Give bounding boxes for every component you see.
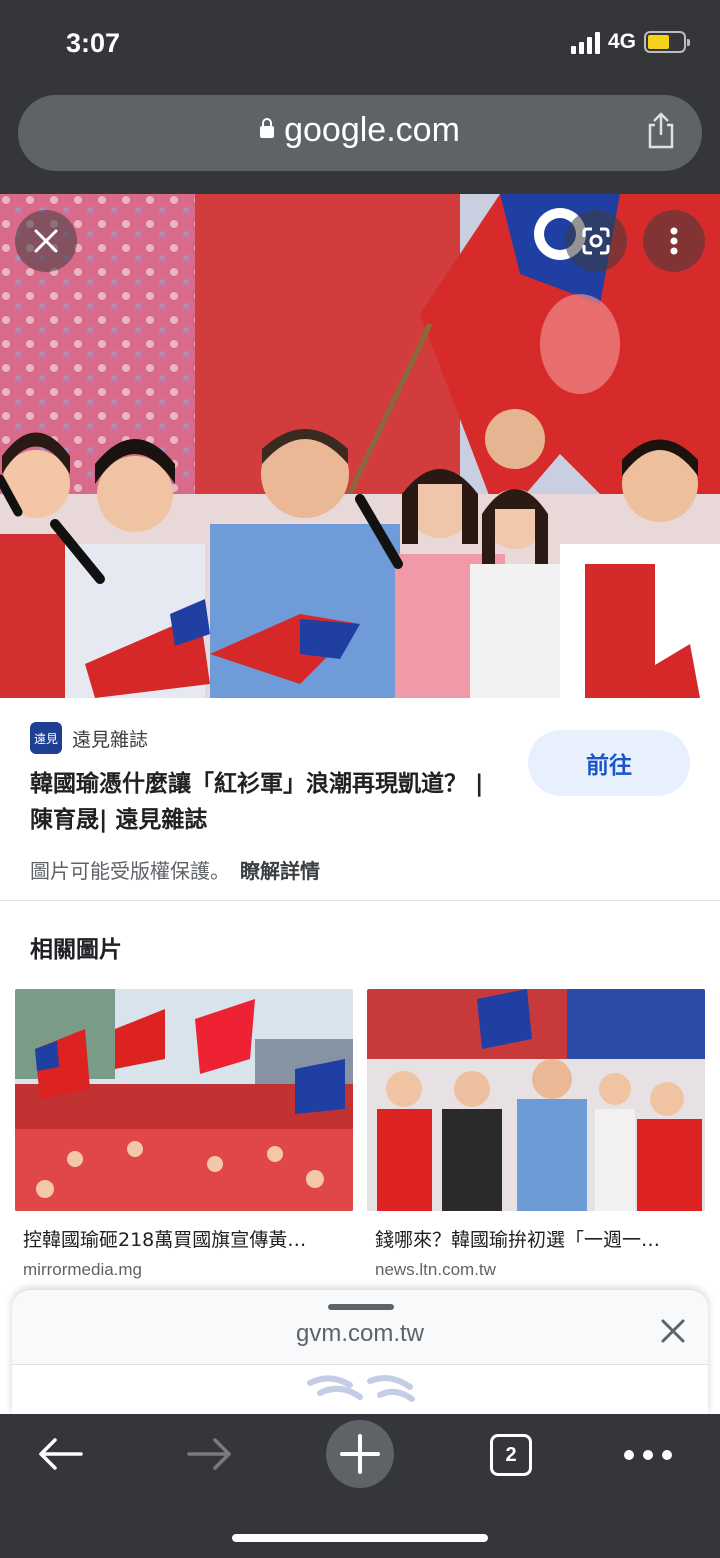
back-button[interactable] bbox=[30, 1432, 90, 1476]
rally-stage-photo bbox=[367, 989, 705, 1211]
forward-button[interactable] bbox=[180, 1432, 240, 1476]
tab-switcher-icon: 2 bbox=[490, 1434, 532, 1476]
related-image-title[interactable]: 錢哪來？韓國瑜拚初選「一週一… bbox=[367, 1225, 685, 1252]
related-image-card[interactable]: 控韓國瑜砸218萬買國旗宣傳黃… mirrormedia.mg bbox=[15, 989, 353, 1280]
related-image-card[interactable]: 錢哪來？韓國瑜拚初選「一週一… news.ltn.com.tw bbox=[367, 989, 705, 1280]
address-bar[interactable]: google.com bbox=[18, 95, 702, 171]
close-icon bbox=[34, 229, 58, 253]
lock-icon bbox=[260, 118, 275, 138]
source-name: 遠見雜誌 bbox=[72, 728, 149, 751]
related-image-title[interactable]: 控韓國瑜砸218萬買國旗宣傳黃… bbox=[15, 1225, 333, 1252]
plus-icon bbox=[340, 1434, 380, 1474]
sheet-preview-content bbox=[12, 1364, 708, 1414]
close-icon[interactable] bbox=[660, 1318, 686, 1344]
menu-button[interactable] bbox=[618, 1438, 678, 1472]
source-logo: 遠見 bbox=[30, 722, 62, 754]
related-image-thumbnail[interactable] bbox=[367, 989, 705, 1211]
signal-icon bbox=[570, 30, 600, 54]
forward-arrow-icon bbox=[187, 1438, 231, 1470]
battery-icon bbox=[644, 31, 690, 53]
more-horiz-icon bbox=[624, 1450, 672, 1460]
tab-switcher-button[interactable]: 2 bbox=[486, 1432, 536, 1478]
sheet-drag-handle[interactable] bbox=[328, 1304, 394, 1310]
status-time: 3:07 bbox=[66, 28, 121, 58]
more-vert-icon bbox=[670, 227, 678, 255]
share-icon[interactable] bbox=[646, 111, 676, 149]
home-indicator[interactable] bbox=[232, 1534, 488, 1542]
related-image-domain: news.ltn.com.tw bbox=[375, 1260, 496, 1279]
new-tab-button[interactable] bbox=[326, 1420, 394, 1488]
site-logo-watermark bbox=[307, 1375, 415, 1402]
result-title[interactable]: 韓國瑜憑什麼讓「紅衫軍」浪潮再現凱道？ | 陳育晟| 遠見雜誌 bbox=[30, 766, 500, 838]
url-display[interactable]: google.com bbox=[18, 111, 702, 150]
browser-top-chrome: 3:07 4G google.com bbox=[0, 0, 720, 194]
rally-photo bbox=[0, 194, 720, 698]
more-options-button[interactable] bbox=[643, 210, 705, 272]
copyright-notice-row: 圖片可能受版權保護。 瞭解詳情 bbox=[30, 855, 320, 884]
related-images-heading: 相關圖片 bbox=[30, 937, 122, 963]
visit-button[interactable]: 前往 bbox=[528, 730, 690, 796]
crowd-photo bbox=[15, 989, 353, 1211]
copyright-notice: 圖片可能受版權保護。 bbox=[30, 859, 230, 883]
close-viewer-button[interactable] bbox=[15, 210, 77, 272]
sheet-url: gvm.com.tw bbox=[295, 1320, 424, 1347]
related-image-domain: mirrormedia.mg bbox=[23, 1260, 143, 1279]
result-image[interactable] bbox=[0, 194, 720, 698]
divider bbox=[0, 900, 720, 901]
url-text: google.com bbox=[284, 111, 460, 149]
result-source[interactable]: 遠見 遠見雜誌 bbox=[30, 722, 148, 754]
network-type: 4G bbox=[607, 30, 636, 53]
page-preview-sheet[interactable]: gvm.com.tw bbox=[12, 1290, 708, 1414]
learn-more-link[interactable]: 瞭解詳情 bbox=[240, 859, 320, 883]
back-arrow-icon bbox=[39, 1438, 83, 1470]
lens-icon bbox=[582, 227, 610, 255]
status-indicators: 4G bbox=[570, 30, 690, 54]
related-image-thumbnail[interactable] bbox=[15, 989, 353, 1211]
lens-button[interactable] bbox=[565, 210, 627, 272]
